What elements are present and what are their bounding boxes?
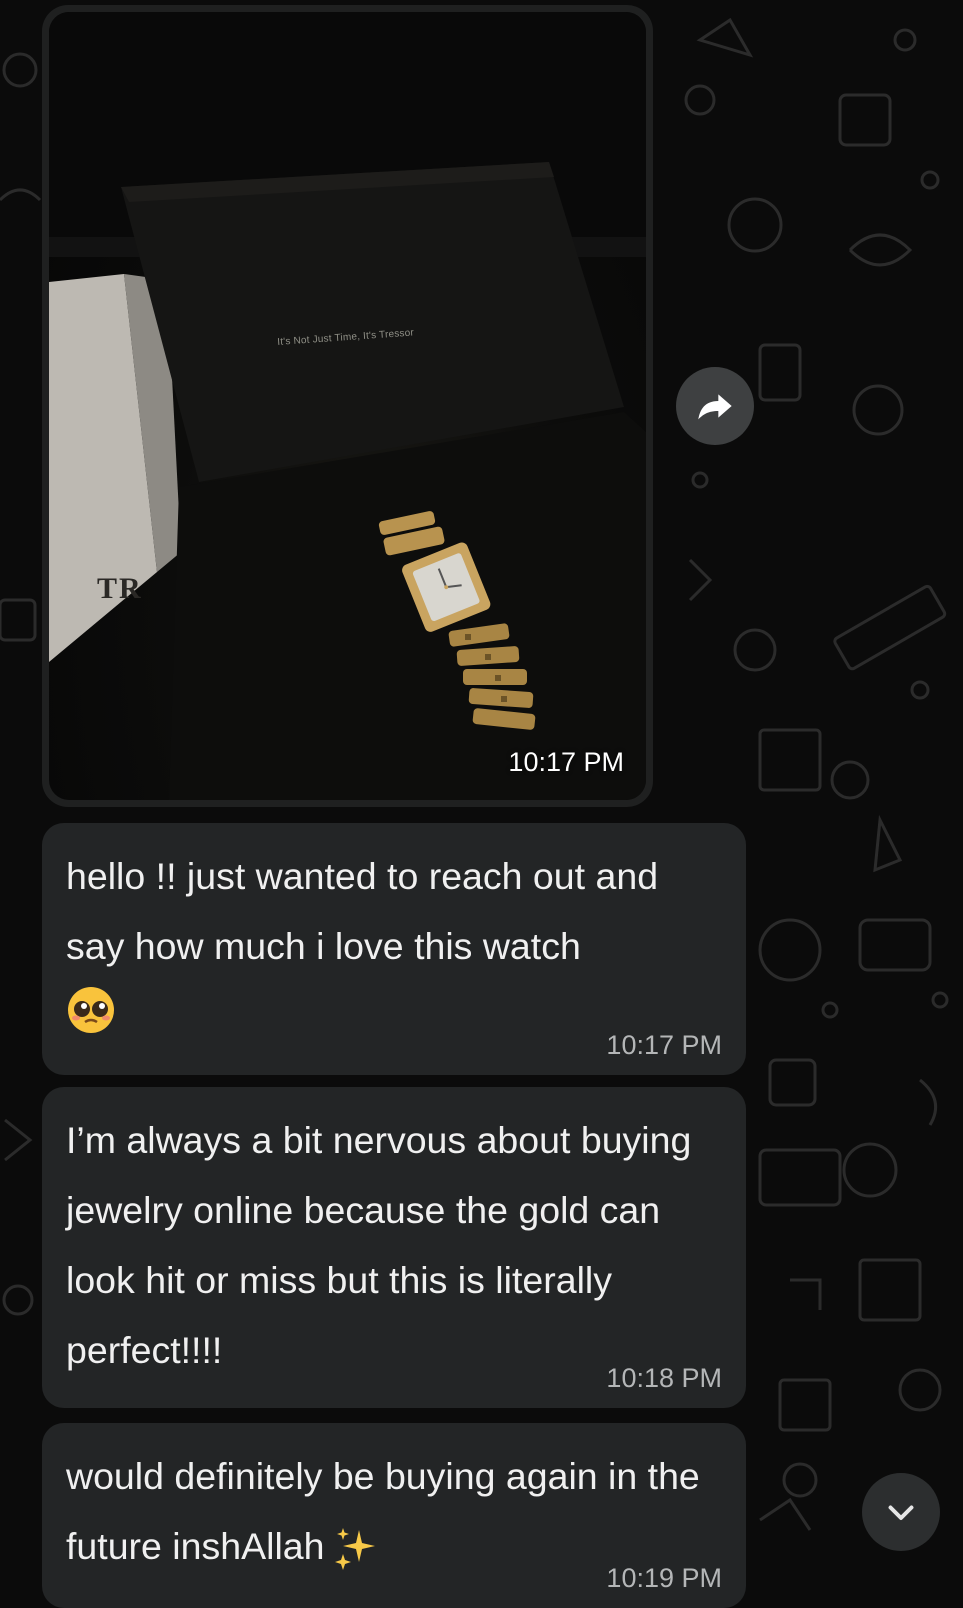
message-timestamp: 10:18 PM [606, 1363, 722, 1393]
message-text-content: would definitely be buying again in the … [66, 1455, 711, 1567]
watch-photo[interactable]: It's Not Just Time, It's Tressor TR 10:1… [49, 12, 646, 800]
forward-arrow-icon [698, 394, 732, 420]
scroll-to-bottom-button[interactable] [862, 1473, 940, 1551]
message-bubble[interactable]: would definitely be buying again in the … [42, 1423, 746, 1608]
forward-button[interactable] [676, 367, 754, 445]
box-brand-text: TR [97, 572, 143, 605]
pleading-face-emoji [68, 987, 114, 1033]
image-message-bubble[interactable]: It's Not Just Time, It's Tressor TR 10:1… [42, 5, 653, 807]
watch-photo-illustration [49, 12, 646, 800]
image-timestamp: 10:17 PM [508, 747, 624, 777]
message-timestamp: 10:17 PM [606, 1030, 722, 1060]
message-text: hello !! just wanted to reach out and sa… [66, 855, 669, 967]
message-timestamp: 10:19 PM [606, 1563, 722, 1593]
message-text: I’m always a bit nervous about buying je… [66, 1119, 702, 1371]
sparkles-emoji [334, 1528, 375, 1571]
message-bubble[interactable]: I’m always a bit nervous about buying je… [42, 1087, 746, 1408]
message-text: would definitely be buying again in the … [66, 1441, 722, 1581]
chevron-down-icon [888, 1505, 914, 1520]
message-bubble[interactable]: hello !! just wanted to reach out and sa… [42, 823, 746, 1075]
